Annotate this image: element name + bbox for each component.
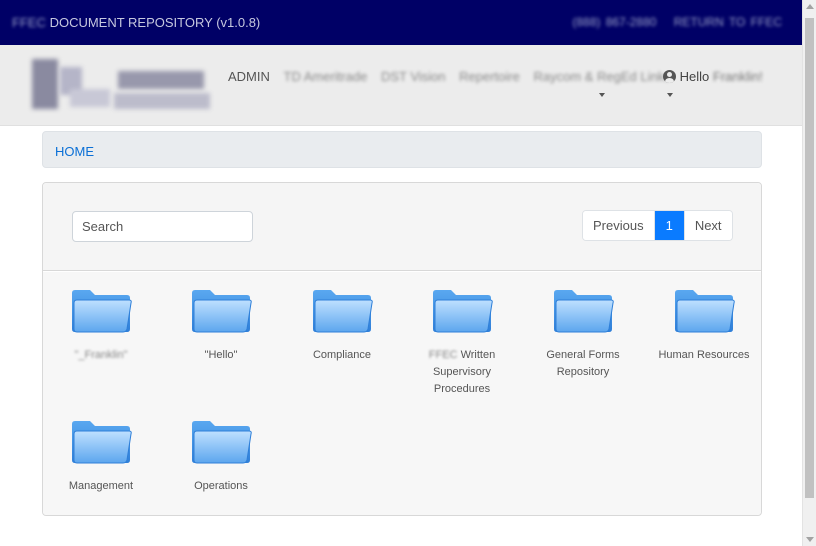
chevron-down-icon <box>599 93 606 97</box>
folder-label-line: Repository <box>556 366 610 378</box>
folder-label-line: Supervisory <box>432 366 492 378</box>
scroll-down-arrow-icon[interactable] <box>806 537 814 542</box>
folder-icon <box>192 290 252 333</box>
folder-label-line: Written <box>457 349 496 361</box>
nav-dst-vision[interactable]: DST Vision <box>381 69 446 84</box>
top-bar: FFEC DOCUMENT REPOSITORY (v1.0.8) (888) … <box>0 0 802 45</box>
breadcrumb-home[interactable]: HOME <box>55 144 94 159</box>
folder-label-line: Human Resources <box>658 349 750 361</box>
folder-label: Compliance <box>287 347 397 364</box>
folder-item[interactable]: "Hello" <box>166 287 276 364</box>
folder-icon <box>433 290 493 333</box>
folder-label: Human Resources <box>649 347 759 364</box>
main-nav: ADMIN TD Ameritrade DST Vision Repertoir… <box>228 69 681 97</box>
panel-header: Previous 1 Next <box>43 183 761 271</box>
folder-icon <box>675 290 735 333</box>
folder-label: Operations <box>166 478 276 495</box>
folder-icon <box>72 421 132 464</box>
top-links: (888) 867-2880 RETURN TO FFEC <box>560 15 782 29</box>
folder-grid: "_Franklin" "Hello" Compliance FFEC Writ… <box>43 272 761 515</box>
app-title: FFEC DOCUMENT REPOSITORY (v1.0.8) <box>12 15 260 30</box>
folder-icon <box>313 290 373 333</box>
folder-label: "_Franklin" <box>46 347 156 364</box>
search-input[interactable] <box>72 211 253 242</box>
navbar: ADMIN TD Ameritrade DST Vision Repertoir… <box>0 45 802 126</box>
previous-page-button[interactable]: Previous <box>583 211 655 240</box>
folder-label-line: "_Franklin" <box>74 349 128 361</box>
folder-label-prefix: FFEC <box>428 349 458 361</box>
folder-label-line: Operations <box>194 480 248 492</box>
folder-item[interactable]: Compliance <box>287 287 397 364</box>
folder-item[interactable]: General Forms Repository <box>528 287 638 381</box>
folder-label: "Hello" <box>166 347 276 364</box>
folder-label: General Forms Repository <box>528 347 638 381</box>
nav-td-ameritrade[interactable]: TD Ameritrade <box>284 69 368 84</box>
scroll-up-arrow-icon[interactable] <box>806 4 814 9</box>
chevron-down-icon <box>667 93 673 97</box>
nav-raycom-dropdown[interactable]: Raycom & RegEd Links <box>533 69 671 97</box>
folder-icon <box>72 290 132 333</box>
nav-admin[interactable]: ADMIN <box>228 69 270 84</box>
folder-item[interactable]: FFEC Written Supervisory Procedures <box>407 287 517 398</box>
folder-label-line: General Forms <box>546 349 620 361</box>
folder-item[interactable]: Human Resources <box>649 287 759 364</box>
user-circle-icon <box>663 70 676 83</box>
vertical-scrollbar[interactable] <box>802 0 816 546</box>
user-name: Franklin! <box>712 69 763 84</box>
brand-prefix: FFEC <box>12 15 46 30</box>
pagination: Previous 1 Next <box>582 210 733 241</box>
folder-item[interactable]: Management <box>46 418 156 495</box>
app-title-text: DOCUMENT REPOSITORY (v1.0.8) <box>45 15 261 30</box>
folder-label-line: Procedures <box>433 383 491 395</box>
folder-label: FFEC Written Supervisory Procedures <box>407 347 517 398</box>
company-logo[interactable] <box>22 53 214 117</box>
user-menu[interactable]: Hello Franklin! <box>663 69 763 97</box>
return-link[interactable]: RETURN TO FFEC <box>674 15 782 29</box>
breadcrumb: HOME <box>42 131 762 168</box>
folder-icon <box>192 421 252 464</box>
current-page-button[interactable]: 1 <box>654 211 684 240</box>
folder-item[interactable]: "_Franklin" <box>46 287 156 364</box>
folder-label-line: "Hello" <box>204 349 238 361</box>
nav-raycom-label: Raycom & RegEd Links <box>533 69 671 84</box>
phone-number: (888) 867-2880 <box>572 15 657 29</box>
folder-label-line: Compliance <box>312 349 372 361</box>
folder-label: Management <box>46 478 156 495</box>
nav-repertoire[interactable]: Repertoire <box>459 69 520 84</box>
user-greeting: Hello <box>679 69 710 84</box>
folder-label-line: Management <box>68 480 134 492</box>
folder-icon <box>554 290 614 333</box>
next-page-button[interactable]: Next <box>683 211 732 240</box>
scrollbar-thumb[interactable] <box>805 18 814 498</box>
folder-panel: Previous 1 Next "_Franklin" "Hello" Comp… <box>42 182 762 516</box>
folder-item[interactable]: Operations <box>166 418 276 495</box>
